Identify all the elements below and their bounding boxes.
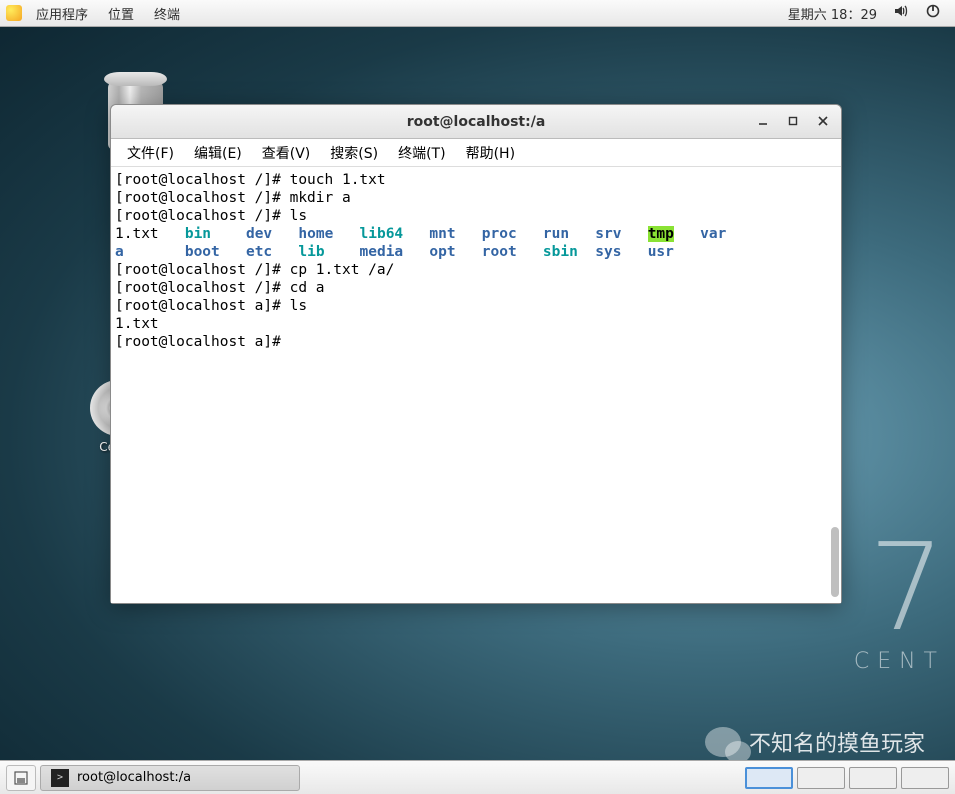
bottom-panel: root@localhost:/a (0, 760, 955, 794)
volume-icon[interactable] (885, 0, 917, 26)
wechat-icon (705, 727, 741, 757)
terminal-icon (51, 769, 69, 787)
show-desktop-button[interactable] (6, 765, 36, 791)
window-menubar: 文件(F) 编辑(E) 查看(V) 搜索(S) 终端(T) 帮助(H) (111, 139, 841, 167)
menu-view[interactable]: 查看(V) (252, 140, 321, 166)
minimize-button[interactable] (749, 109, 777, 133)
menu-terminal[interactable]: 终端 (144, 1, 190, 26)
taskbar-item-label: root@localhost:/a (77, 770, 191, 785)
workspace-2[interactable] (797, 767, 845, 789)
menu-file[interactable]: 文件(F) (117, 140, 184, 166)
activities-logo-icon (6, 5, 22, 21)
menu-edit[interactable]: 编辑(E) (184, 140, 252, 166)
workspace-3[interactable] (849, 767, 897, 789)
power-icon[interactable] (917, 0, 949, 26)
terminal-body[interactable]: [root@localhost /]# touch 1.txt [root@lo… (111, 167, 841, 603)
workspace-4[interactable] (901, 767, 949, 789)
wechat-watermark: 不知名的摸鱼玩家 (705, 726, 925, 758)
terminal-window: root@localhost:/a 文件(F) 编辑(E) 查看(V) 搜索(S… (110, 104, 842, 604)
menu-help[interactable]: 帮助(H) (456, 140, 525, 166)
maximize-button[interactable] (779, 109, 807, 133)
menu-search[interactable]: 搜索(S) (320, 140, 388, 166)
menu-applications[interactable]: 应用程序 (26, 1, 98, 26)
centos-watermark: 7 CENT (854, 529, 945, 674)
terminal-scrollbar[interactable] (831, 527, 839, 597)
clock[interactable]: 星期六 18：29 (780, 1, 885, 26)
taskbar-item-terminal[interactable]: root@localhost:/a (40, 765, 300, 791)
workspace-1[interactable] (745, 767, 793, 789)
close-button[interactable] (809, 109, 837, 133)
window-title: root@localhost:/a (407, 114, 546, 130)
workspace-switcher (745, 767, 949, 789)
menu-terminal[interactable]: 终端(T) (388, 140, 455, 166)
window-titlebar[interactable]: root@localhost:/a (111, 105, 841, 139)
top-panel: 应用程序 位置 终端 星期六 18：29 (0, 0, 955, 27)
menu-places[interactable]: 位置 (98, 1, 144, 26)
